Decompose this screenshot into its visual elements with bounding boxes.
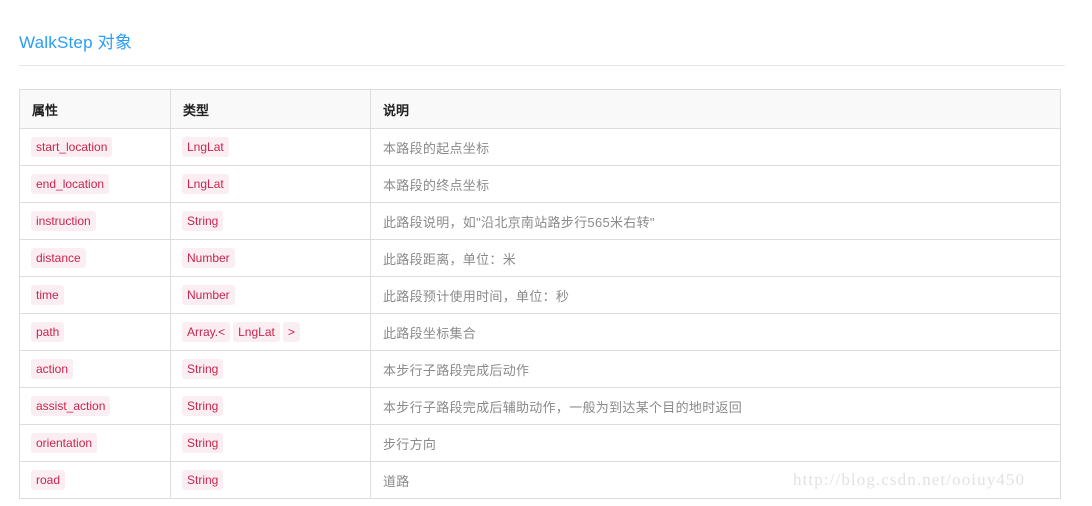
description-cell: 本步行子路段完成后辅助动作，一般为到达某个目的地时返回 bbox=[370, 387, 1061, 425]
column-header-description: 说明 bbox=[370, 89, 1061, 129]
attribute-code: time bbox=[31, 285, 64, 305]
description-cell: 此路段说明，如"沿北京南站路步行565米右转" bbox=[370, 202, 1061, 240]
description-cell: 步行方向 bbox=[370, 424, 1061, 462]
attribute-cell: time bbox=[19, 276, 171, 314]
attribute-code: orientation bbox=[31, 433, 98, 453]
attribute-code: distance bbox=[31, 248, 86, 268]
title-divider bbox=[19, 65, 1065, 66]
table-row: distance Number 此路段距离，单位：米 bbox=[19, 239, 1061, 277]
document-page: WalkStep 对象 属性 类型 说明 start_location LngLa… bbox=[0, 0, 1092, 506]
description-cell: 本步行子路段完成后动作 bbox=[370, 350, 1061, 388]
description-cell: 此路段距离，单位：米 bbox=[370, 239, 1061, 277]
table-row: path Array.< LngLat > 此路段坐标集合 bbox=[19, 313, 1061, 351]
table-header: 属性 类型 说明 bbox=[19, 89, 1061, 129]
attribute-cell: road bbox=[19, 461, 171, 499]
attribute-cell: path bbox=[19, 313, 171, 351]
table-row: orientation String 步行方向 bbox=[19, 424, 1061, 462]
column-header-attribute: 属性 bbox=[19, 89, 171, 129]
watermark: http://blog.csdn.net/ooiuy450 bbox=[793, 470, 1026, 489]
description-cell: 此路段预计使用时间，单位：秒 bbox=[370, 276, 1061, 314]
type-cell: String bbox=[170, 350, 371, 388]
type-cell: String bbox=[170, 461, 371, 499]
attribute-cell: distance bbox=[19, 239, 171, 277]
attribute-code: end_location bbox=[31, 174, 110, 194]
attribute-code: assist_action bbox=[31, 396, 111, 416]
type-code: LngLat bbox=[233, 322, 280, 342]
type-code: String bbox=[182, 470, 224, 490]
table-row: instruction String 此路段说明，如"沿北京南站路步行565米右转" bbox=[19, 202, 1061, 240]
type-cell: Number bbox=[170, 239, 371, 277]
table-header-row: 属性 类型 说明 bbox=[19, 89, 1061, 129]
attribute-cell: start_location bbox=[19, 128, 171, 166]
description-cell: 本路段的终点坐标 bbox=[370, 165, 1061, 203]
attribute-cell: end_location bbox=[19, 165, 171, 203]
table-row: end_location LngLat 本路段的终点坐标 bbox=[19, 165, 1061, 203]
type-cell: String bbox=[170, 424, 371, 462]
type-code: Number bbox=[182, 285, 235, 305]
type-code: Number bbox=[182, 248, 235, 268]
table-row: action String 本步行子路段完成后动作 bbox=[19, 350, 1061, 388]
type-code: LngLat bbox=[182, 137, 229, 157]
type-cell: LngLat bbox=[170, 128, 371, 166]
properties-table: 属性 类型 说明 start_location LngLat 本路段的起点坐标 end… bbox=[19, 89, 1061, 499]
attribute-code: instruction bbox=[31, 211, 96, 231]
type-code: String bbox=[182, 359, 224, 379]
attribute-code: start_location bbox=[31, 137, 113, 157]
description-cell: 本路段的起点坐标 bbox=[370, 128, 1061, 166]
attribute-code: road bbox=[31, 470, 66, 490]
table-body: start_location LngLat 本路段的起点坐标 end_location… bbox=[19, 128, 1061, 499]
table-row: time Number 此路段预计使用时间，单位：秒 bbox=[19, 276, 1061, 314]
type-code: LngLat bbox=[182, 174, 229, 194]
page-title: WalkStep 对象 bbox=[19, 33, 133, 53]
type-code: > bbox=[282, 322, 300, 342]
type-code: String bbox=[182, 396, 224, 416]
attribute-cell: action bbox=[19, 350, 171, 388]
type-cell: String bbox=[170, 387, 371, 425]
attribute-cell: instruction bbox=[19, 202, 171, 240]
description-cell: 此路段坐标集合 bbox=[370, 313, 1061, 351]
attribute-code: path bbox=[31, 322, 65, 342]
attribute-cell: assist_action bbox=[19, 387, 171, 425]
type-cell: Number bbox=[170, 276, 371, 314]
attribute-code: action bbox=[31, 359, 74, 379]
column-header-type: 类型 bbox=[170, 89, 371, 129]
type-cell: Array.< LngLat > bbox=[170, 313, 371, 351]
type-cell: LngLat bbox=[170, 165, 371, 203]
type-cell: String bbox=[170, 202, 371, 240]
table-row: assist_action String 本步行子路段完成后辅助动作，一般为到达某个… bbox=[19, 387, 1061, 425]
attribute-cell: orientation bbox=[19, 424, 171, 462]
table-row: start_location LngLat 本路段的起点坐标 bbox=[19, 128, 1061, 166]
type-code: String bbox=[182, 211, 224, 231]
type-code: Array.< bbox=[182, 322, 231, 342]
type-code: String bbox=[182, 433, 224, 453]
